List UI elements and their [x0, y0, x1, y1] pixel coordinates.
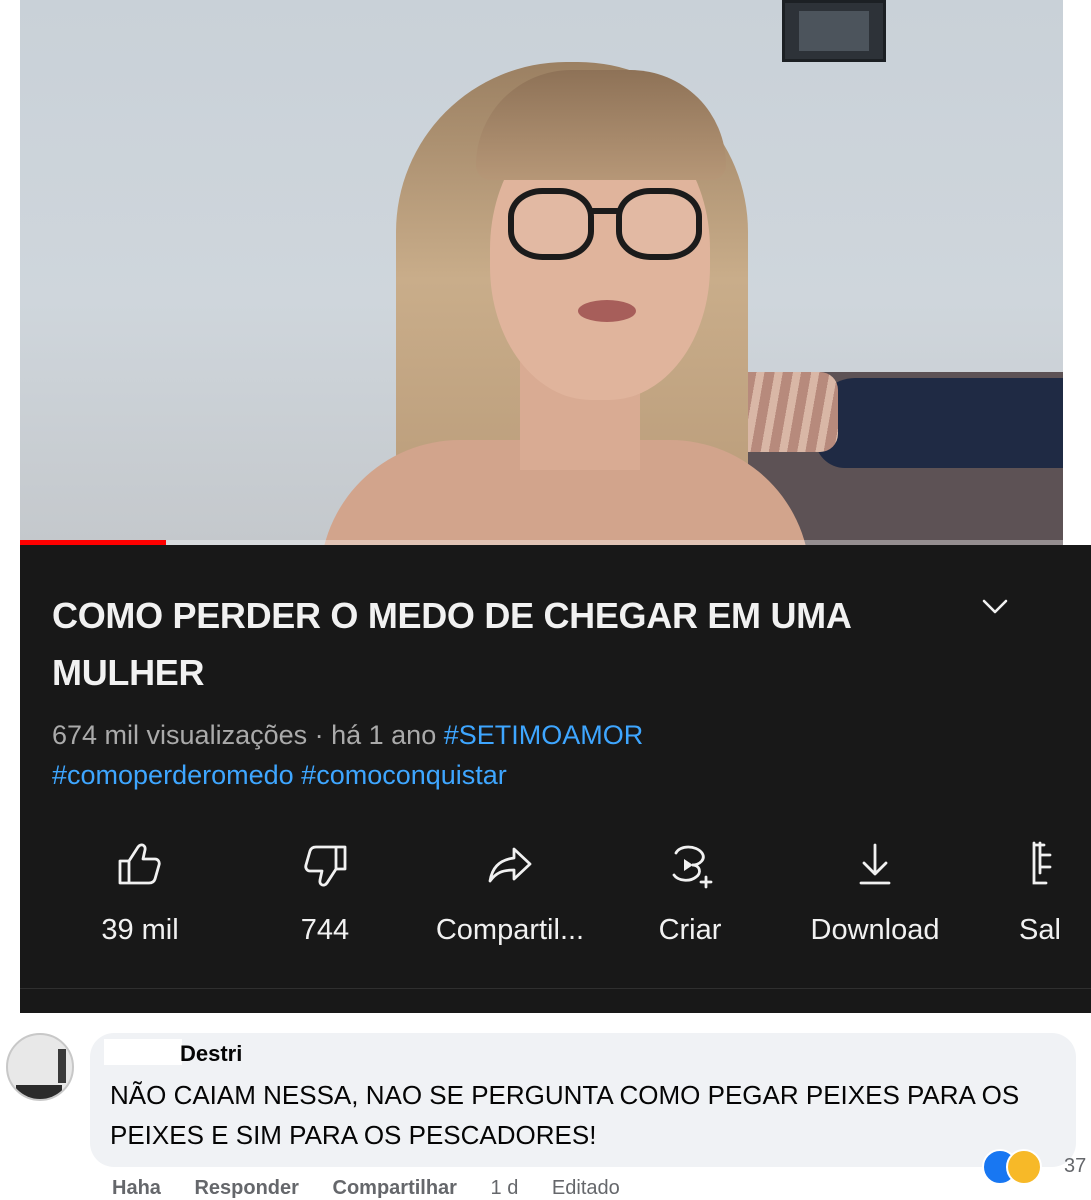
- like-count: 39 mil: [101, 914, 179, 946]
- like-icon: [118, 843, 161, 885]
- panel-divider: [20, 988, 1091, 989]
- save-label: Sal: [1019, 914, 1061, 946]
- reply-link[interactable]: Responder: [194, 1177, 298, 1199]
- haha-link[interactable]: Haha: [112, 1177, 161, 1199]
- reaction-count: 37: [1064, 1155, 1087, 1177]
- comment-bubble: Destri NÃO CAIAM NESSA, NAO SE PERGUNTA …: [90, 1033, 1076, 1167]
- haha-reaction-icon: [1006, 1149, 1042, 1185]
- share-button[interactable]: Compartil...: [410, 837, 610, 947]
- save-icon: [1032, 841, 1052, 885]
- dislike-count: 744: [300, 914, 350, 946]
- person-mouth: [578, 300, 636, 322]
- view-count-and-age: 674 mil visualizações · há 1 ano: [52, 720, 437, 750]
- chevron-down-icon[interactable]: [980, 591, 1010, 621]
- glasses-bridge: [592, 208, 618, 214]
- edited-label: Editado: [551, 1177, 620, 1199]
- glasses-right-lens: [616, 188, 702, 260]
- video-player[interactable]: [20, 0, 1063, 545]
- create-icon: [672, 845, 713, 889]
- comment-author[interactable]: Destri: [180, 1041, 242, 1067]
- comment-text: NÃO CAIAM NESSA, NAO SE PERGUNTA COMO PE…: [110, 1080, 1020, 1150]
- hashtag-comoconquistar[interactable]: #comoconquistar: [301, 760, 507, 790]
- glasses-left-lens: [508, 188, 594, 260]
- dislike-icon: [304, 845, 347, 887]
- hashtag-comoperderomedo[interactable]: #comoperderomedo: [52, 760, 294, 790]
- action-bar: 39 mil 744 Compartil... Criar Download S…: [20, 837, 1091, 967]
- hashtag-setimoamor[interactable]: #SETIMOAMOR: [444, 720, 644, 750]
- pillow: [815, 378, 1063, 468]
- video-title[interactable]: COMO PERDER O MEDO DE CHEGAR EM UMA MULH…: [52, 587, 882, 701]
- download-icon: [859, 843, 891, 885]
- create-label: Criar: [658, 914, 722, 946]
- comment-footer: Haha Responder Compartilhar 1 d Editado: [112, 1177, 648, 1200]
- video-meta: 674 mil visualizações · há 1 ano #SETIMO…: [52, 715, 952, 795]
- save-button[interactable]: Sal: [940, 837, 1091, 947]
- comment-time: 1 d: [490, 1177, 519, 1199]
- share-link[interactable]: Compartilhar: [333, 1177, 457, 1199]
- create-button[interactable]: Criar: [590, 837, 790, 947]
- avatar[interactable]: [6, 1033, 74, 1101]
- like-button[interactable]: 39 mil: [40, 837, 240, 947]
- redacted-name: [104, 1039, 182, 1065]
- wall-picture-frame: [782, 0, 886, 62]
- dislike-button[interactable]: 744: [225, 837, 425, 947]
- reaction-summary[interactable]: 37: [982, 1149, 1091, 1187]
- share-icon: [488, 847, 532, 883]
- comment-area: Destri NÃO CAIAM NESSA, NAO SE PERGUNTA …: [0, 1013, 1091, 1200]
- video-info-panel: COMO PERDER O MEDO DE CHEGAR EM UMA MULH…: [20, 545, 1091, 1013]
- share-label: Compartil...: [435, 914, 585, 946]
